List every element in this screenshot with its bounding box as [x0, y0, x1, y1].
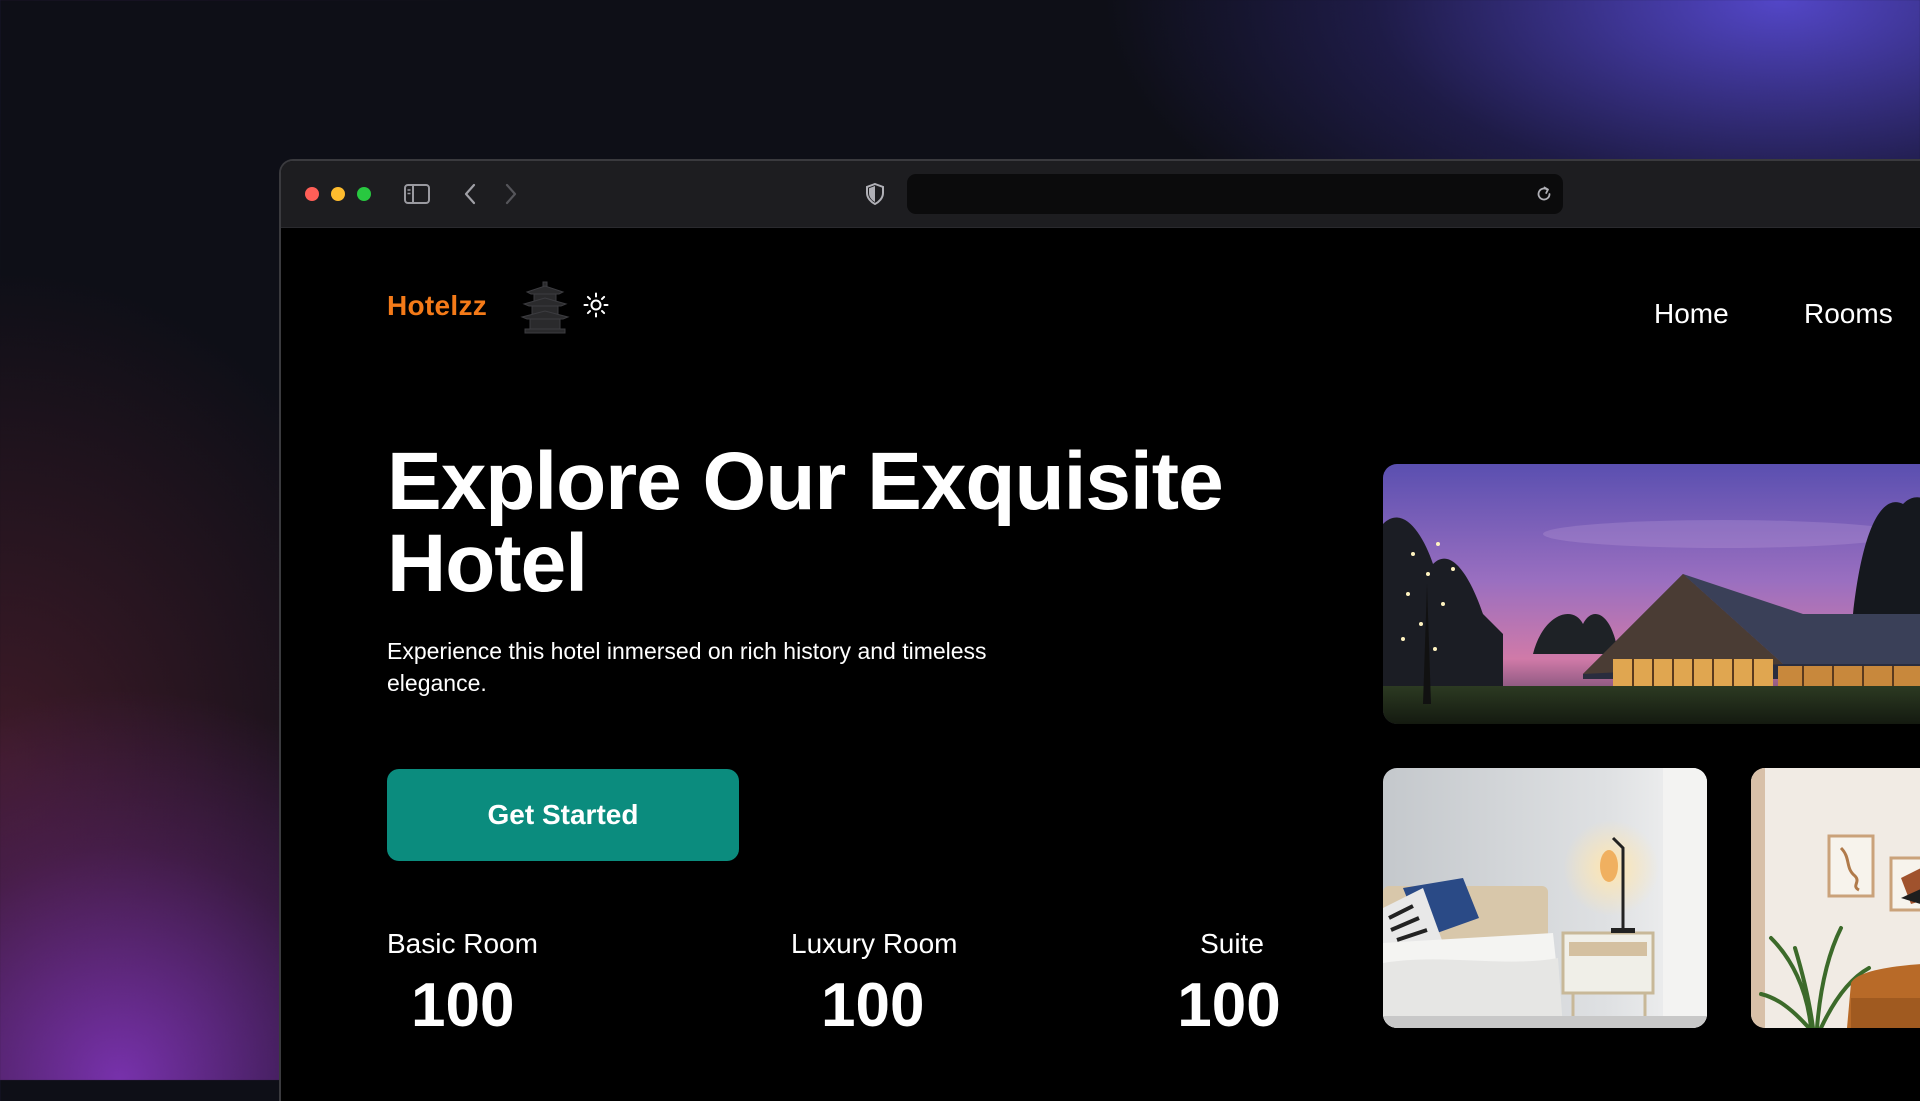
hero-title: Explore Our Exquisite Hotel: [387, 436, 1224, 609]
stat-label: Suite: [1200, 928, 1264, 959]
minimize-window-button[interactable]: [331, 187, 345, 201]
nav-home-link[interactable]: Home: [1654, 298, 1729, 330]
brand-logo[interactable]: Hotelzz: [387, 290, 487, 322]
shield-icon[interactable]: [864, 179, 886, 209]
stat-basic-room: Basic Room 100: [387, 928, 538, 1041]
chevron-left-icon[interactable]: [459, 179, 481, 209]
stat-luxury-room: Luxury Room 100: [791, 928, 958, 1041]
get-started-button[interactable]: Get Started: [387, 769, 739, 861]
maximize-window-button[interactable]: [357, 187, 371, 201]
browser-window: Hotelzz Home Rooms Explore Our Exquisite…: [279, 159, 1920, 1101]
web-page: Hotelzz Home Rooms Explore Our Exquisite…: [281, 228, 1920, 1101]
lounge-image: [1751, 768, 1920, 1028]
hotel-exterior-image: [1383, 464, 1920, 724]
address-bar[interactable]: [907, 174, 1563, 214]
stat-value: 100: [1177, 971, 1281, 1040]
sun-icon[interactable]: [583, 292, 609, 318]
stat-label: Basic Room: [387, 928, 538, 959]
hero-subtitle: Experience this hotel inmersed on rich h…: [387, 638, 987, 696]
close-window-button[interactable]: [305, 187, 319, 201]
pagoda-icon: [517, 280, 573, 336]
nav-rooms-link[interactable]: Rooms: [1804, 298, 1893, 330]
chevron-right-icon[interactable]: [500, 179, 522, 209]
reload-icon[interactable]: [1533, 183, 1555, 205]
stat-label: Luxury Room: [791, 928, 958, 959]
sidebar-icon[interactable]: [403, 179, 431, 209]
stat-value: 100: [411, 971, 515, 1040]
browser-toolbar: [281, 161, 1920, 228]
bedroom-image: [1383, 768, 1707, 1028]
stat-suite: Suite 100: [1177, 928, 1287, 1041]
stat-value: 100: [821, 971, 925, 1040]
